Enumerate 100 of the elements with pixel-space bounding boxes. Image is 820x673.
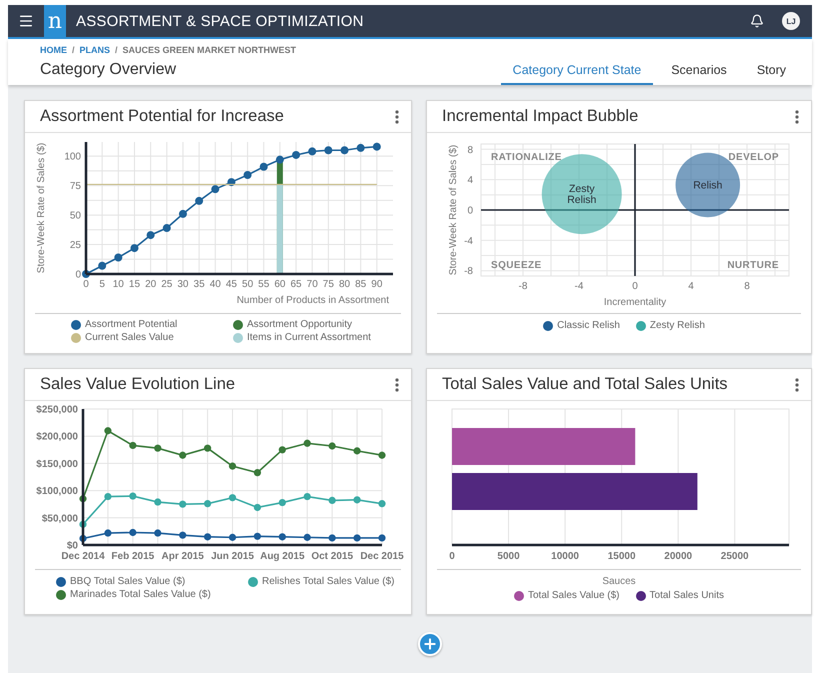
axis-title: Number of Products in Assortment bbox=[236, 295, 389, 306]
data-point bbox=[353, 447, 361, 454]
axis-tick-label: 90 bbox=[371, 279, 382, 290]
data-point bbox=[179, 452, 186, 459]
menu-icon[interactable] bbox=[18, 13, 34, 29]
axis-tick-label: 50 bbox=[242, 279, 254, 290]
quadrant-label: RATIONALIZE bbox=[491, 152, 562, 163]
legend-label: Relishes Total Sales Value ($) bbox=[262, 576, 394, 587]
data-point bbox=[204, 500, 212, 508]
data-point bbox=[129, 442, 136, 450]
legend-label: Assortment Potential bbox=[85, 319, 178, 330]
axis-tick-label: 5 bbox=[99, 279, 105, 290]
quadrant-label: DEVELOP bbox=[728, 152, 779, 163]
bell-icon[interactable] bbox=[750, 14, 764, 28]
card-title: Total Sales Value and Total Sales Units bbox=[442, 375, 728, 394]
data-point bbox=[179, 532, 186, 539]
tab[interactable]: Scenarios bbox=[659, 63, 739, 85]
more-options-button[interactable] bbox=[793, 108, 801, 126]
data-point bbox=[79, 495, 87, 502]
more-options-icon bbox=[395, 378, 399, 392]
axis-tick-label: 25 bbox=[161, 279, 172, 290]
axis-tick-label: 10000 bbox=[551, 551, 579, 562]
data-point bbox=[260, 162, 268, 171]
bubble-label: Relish bbox=[693, 179, 722, 192]
card-title: Incremental Impact Bubble bbox=[442, 107, 638, 126]
data-point bbox=[98, 262, 106, 270]
more-options-button[interactable] bbox=[393, 108, 401, 126]
axis-tick-label: 60 bbox=[274, 279, 286, 290]
breadcrumb-link[interactable]: HOME bbox=[40, 45, 67, 55]
quadrant-label: SQUEEZE bbox=[491, 260, 542, 271]
data-point bbox=[304, 492, 311, 500]
add-button[interactable] bbox=[418, 632, 442, 656]
axis-tick-label: 75 bbox=[322, 279, 334, 290]
data-point bbox=[104, 492, 112, 500]
data-point bbox=[154, 444, 162, 452]
data-point bbox=[328, 496, 336, 504]
data-point bbox=[356, 144, 365, 152]
axis-tick-label: 20 bbox=[145, 279, 156, 290]
user-avatar[interactable]: LJ bbox=[782, 12, 800, 30]
plus-icon bbox=[422, 636, 438, 652]
axis-tick-label: 100 bbox=[64, 152, 81, 163]
axis-tick-label: 55 bbox=[258, 279, 270, 290]
axis-tick-label: 10 bbox=[112, 279, 124, 290]
data-point bbox=[254, 532, 262, 540]
data-point bbox=[254, 504, 262, 512]
axis-tick-label: Feb 2015 bbox=[111, 551, 154, 562]
axis-tick-label: Dec 2014 bbox=[61, 551, 105, 562]
legend-label: BBQ Total Sales Value ($) bbox=[70, 576, 186, 587]
axis-tick-label: -4 bbox=[574, 281, 584, 292]
data-point bbox=[324, 146, 332, 154]
legend-label: Total Sales Value ($) bbox=[528, 590, 620, 601]
data-point bbox=[378, 500, 386, 508]
axis-tick-label: -4 bbox=[464, 236, 473, 247]
breadcrumb-current: SAUCES GREEN MARKET NORTHWEST bbox=[122, 45, 296, 55]
tab[interactable]: Story bbox=[744, 63, 798, 85]
more-options-button[interactable] bbox=[793, 376, 801, 394]
data-point bbox=[104, 529, 112, 537]
legend-label: Items in Current Assortment bbox=[247, 332, 371, 343]
breadcrumb-link[interactable]: PLANS bbox=[80, 45, 110, 55]
axis-tick-label: 0 bbox=[83, 279, 89, 290]
axis-tick-label: 20000 bbox=[664, 551, 692, 562]
page-title: Category Overview bbox=[40, 61, 178, 79]
axis-tick-label: $200,000 bbox=[36, 432, 78, 443]
data-point bbox=[162, 224, 171, 232]
data-point bbox=[154, 529, 162, 537]
data-point bbox=[179, 500, 186, 508]
axis-tick-label: 45 bbox=[226, 279, 237, 290]
data-point bbox=[353, 496, 361, 504]
axis-tick-label: Dec 2015 bbox=[360, 551, 404, 562]
data-point bbox=[129, 528, 136, 536]
data-point bbox=[278, 498, 286, 506]
data-point bbox=[228, 494, 236, 502]
axis-tick-label: $250,000 bbox=[36, 404, 78, 416]
axis-tick-label: 85 bbox=[355, 279, 366, 290]
data-point bbox=[79, 534, 87, 542]
axis-tick-label: Jun 2015 bbox=[211, 551, 254, 562]
axis-tick-label: $0 bbox=[66, 540, 78, 552]
breadcrumb-separator: / bbox=[115, 45, 118, 55]
data-point bbox=[228, 462, 236, 470]
data-point bbox=[146, 231, 155, 240]
axis-tick-label: 0 bbox=[467, 206, 473, 216]
data-point bbox=[372, 142, 381, 151]
axis-tick-label: 0 bbox=[449, 551, 455, 562]
axis-tick-label: -8 bbox=[464, 266, 473, 278]
data-point bbox=[292, 150, 300, 159]
legend-label: Assortment Opportunity bbox=[247, 319, 352, 330]
data-point bbox=[129, 492, 136, 500]
axis-tick-label: Oct 2015 bbox=[311, 551, 354, 562]
data-point bbox=[244, 171, 252, 179]
axis-tick-label: 25000 bbox=[720, 551, 749, 562]
legend-label: Current Sales Value bbox=[85, 332, 174, 343]
legend-label: Marinades Total Sales Value ($) bbox=[70, 589, 211, 600]
axis-title: Store-Week Rate of Sales ($) bbox=[36, 142, 47, 274]
more-options-button[interactable] bbox=[393, 376, 401, 394]
data-point bbox=[304, 440, 311, 447]
data-point bbox=[130, 244, 138, 252]
axis-tick-label: 70 bbox=[306, 279, 318, 290]
app-title: ASSORTMENT & SPACE OPTIMIZATION bbox=[76, 12, 365, 30]
data-point bbox=[195, 196, 204, 205]
data-point bbox=[304, 534, 311, 541]
